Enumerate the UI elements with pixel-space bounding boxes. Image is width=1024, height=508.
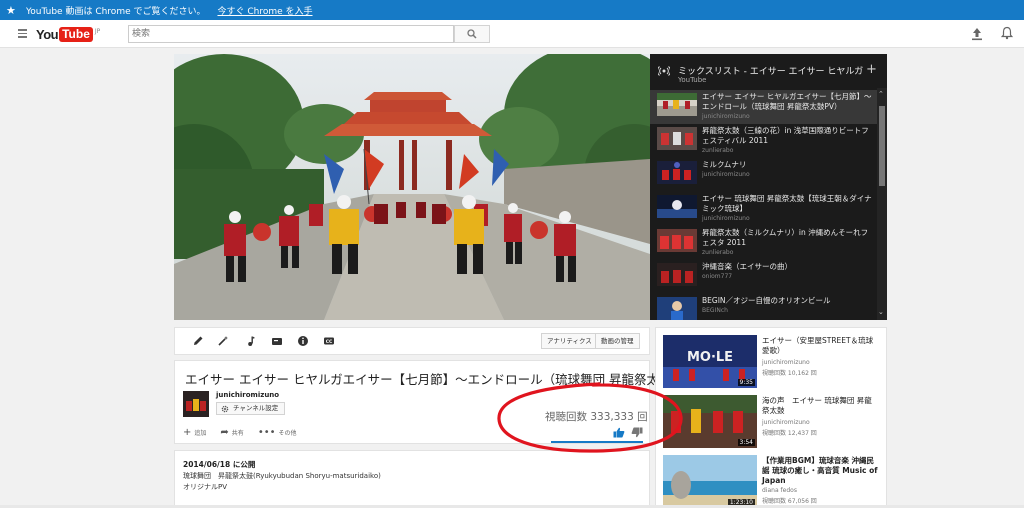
annotations-icon[interactable]	[271, 335, 283, 347]
add-playlist-icon[interactable]: +	[866, 62, 877, 77]
video-duration: 9:35	[737, 379, 755, 386]
masthead: You Tube JP 検索	[0, 20, 1024, 48]
add-to-button[interactable]: + 追加	[183, 427, 206, 438]
scrollbar-thumb[interactable]	[879, 106, 885, 186]
view-count: 視聴回数 333,333 回	[545, 411, 648, 423]
like-ratio-bar	[551, 441, 643, 443]
playlist-thumbnail	[657, 195, 697, 218]
thumbs-up-icon[interactable]	[613, 427, 625, 438]
share-button[interactable]: ➦ 共有	[220, 427, 243, 438]
related-title: エイサー（安里屋STREET＆琉球愛歌）	[762, 336, 874, 355]
analytics-button[interactable]: アナリティクス	[541, 333, 598, 349]
playlist-items: エイサー エイサー ヒヤルガエイサー【七月節】〜エンドロール（琉球舞団 昇龍祭太…	[650, 88, 887, 320]
video-duration: 3:54	[737, 439, 755, 446]
related-thumbnail: 1:23:10	[663, 455, 757, 508]
description-line: 琉球舞団 昇龍祭太鼓(Ryukyubudan Shoryu-matsuridai…	[183, 472, 381, 480]
share-arrow-icon: ➦	[220, 427, 229, 438]
more-dots-icon: •••	[257, 427, 276, 438]
related-views: 視聴回数 10,162 回	[762, 370, 817, 377]
description-line: オリジナルPV	[183, 483, 228, 491]
related-thumbnail: 3:54	[663, 395, 757, 448]
subtitles-cc-icon[interactable]: CC	[323, 335, 335, 347]
playlist-item[interactable]: エイサー 琉球舞団 昇龍祭太鼓【琉球王朝＆ダイナミック琉球】 junichiro…	[650, 192, 877, 226]
related-thumbnail: MO·LE 9:35	[663, 335, 757, 388]
channel-settings-button[interactable]: チャンネル設定	[216, 402, 286, 415]
related-videos: MO·LE 9:35 エイサー（安里屋STREET＆琉球愛歌） junichir…	[655, 327, 887, 508]
playlist-item[interactable]: エイサー エイサー ヒヤルガエイサー【七月節】〜エンドロール（琉球舞団 昇龍祭太…	[650, 90, 877, 124]
notification-bell-icon[interactable]	[1001, 26, 1013, 40]
gear-icon	[221, 405, 229, 412]
playlist-thumbnail	[657, 93, 697, 116]
playlist-thumbnail	[657, 161, 697, 184]
creator-action-bar: CC アナリティクス 動画の管理	[174, 327, 650, 355]
more-button[interactable]: ••• その他	[258, 427, 297, 438]
mix-playlist-panel: ミックスリスト - エイサー エイサー ヒヤルガエイサー【七月節】 YouTub…	[650, 54, 887, 320]
video-secondary-actions: + 追加 ➦ 共有 ••• その他	[183, 427, 311, 438]
publish-date: 2014/06/18 に公開	[183, 460, 256, 469]
svg-text:CC: CC	[326, 339, 333, 345]
playlist-thumbnail	[657, 127, 697, 150]
edit-pencil-icon[interactable]	[192, 335, 204, 347]
video-manager-button[interactable]: 動画の管理	[595, 333, 640, 349]
playlist-thumbnail	[657, 263, 697, 286]
mix-radio-icon	[658, 66, 670, 76]
search-icon	[467, 29, 477, 39]
audio-note-icon[interactable]	[245, 335, 257, 347]
enhance-wand-icon[interactable]	[217, 335, 229, 347]
related-views: 視聴回数 12,437 回	[762, 430, 817, 437]
related-video-item[interactable]: 1:23:10 【作業用BGM】琉球音楽 沖縄民謡 琉球の癒し・高音質 Musi…	[663, 455, 883, 508]
playlist-item[interactable]: 昇龍祭太鼓（三線の花）in 浅草国際通りビートフェスティバル 2011 zunl…	[650, 124, 877, 158]
promo-text: YouTube 動画は Chrome でご覧ください。	[26, 6, 206, 17]
playlist-thumbnail	[657, 229, 697, 252]
get-chrome-link[interactable]: 今すぐ Chrome を入手	[217, 4, 312, 17]
playlist-item[interactable]: ミルクムナリ junichiromizuno	[650, 158, 877, 192]
video-info-card: エイサー エイサー ヒヤルガエイサー【七月節】〜エンドロール（琉球舞団 昇龍祭太…	[174, 360, 700, 444]
guide-menu-icon[interactable]	[18, 29, 27, 38]
video-description: 2014/06/18 に公開 琉球舞団 昇龍祭太鼓(Ryukyubudan Sh…	[174, 450, 650, 508]
video-frame	[174, 54, 650, 320]
channel-owner-name[interactable]: junichiromizuno	[216, 391, 279, 399]
upload-icon[interactable]	[971, 27, 983, 41]
related-channel: diana fedos	[762, 487, 797, 494]
playlist-item[interactable]: 沖縄音楽（エイサーの曲） oniom777	[650, 260, 877, 294]
svg-text:MO·LE: MO·LE	[687, 350, 733, 365]
scroll-up-icon[interactable]: ⌃	[878, 90, 884, 98]
playlist-scrollbar[interactable]: ⌃ ⌄	[877, 88, 887, 320]
video-player[interactable]	[174, 54, 650, 320]
related-video-item[interactable]: MO·LE 9:35 エイサー（安里屋STREET＆琉球愛歌） junichir…	[663, 335, 883, 390]
cards-info-icon[interactable]	[297, 335, 309, 347]
playlist-item[interactable]: BEGIN／オジー自慢のオリオンビール BEGINch	[650, 294, 877, 328]
thumbs-down-icon[interactable]	[631, 427, 643, 438]
related-views: 視聴回数 67,056 回	[762, 498, 817, 505]
plus-icon: +	[183, 427, 192, 438]
related-title: 【作業用BGM】琉球音楽 沖縄民謡 琉球の癒し・高音質 Music of Jap…	[762, 456, 878, 485]
playlist-item[interactable]: 昇龍祭太鼓（ミルクムナリ）in 沖縄めんそーれフェスタ 2011 zunlier…	[650, 226, 877, 260]
related-title: 海の声 エイサー 琉球舞団 昇龍祭太鼓	[762, 396, 872, 415]
video-title: エイサー エイサー ヒヤルガエイサー【七月節】〜エンドロール（琉球舞団 昇龍祭太…	[185, 372, 701, 387]
youtube-logo[interactable]: You Tube JP	[36, 27, 100, 42]
search-button[interactable]	[454, 25, 490, 43]
playlist-owner[interactable]: YouTube	[678, 76, 706, 84]
related-channel: junichiromizuno	[762, 359, 810, 366]
scroll-down-icon[interactable]: ⌄	[878, 308, 884, 316]
related-video-item[interactable]: 3:54 海の声 エイサー 琉球舞団 昇龍祭太鼓 junichiromizuno…	[663, 395, 883, 450]
search-input[interactable]: 検索	[128, 25, 454, 43]
channel-avatar[interactable]	[183, 391, 209, 417]
star-icon: ★	[6, 3, 16, 17]
playlist-header: ミックスリスト - エイサー エイサー ヒヤルガエイサー【七月節】 YouTub…	[650, 54, 887, 88]
playlist-thumbnail	[657, 297, 697, 320]
chrome-promo-banner: ★ YouTube 動画は Chrome でご覧ください。 今すぐ Chrome…	[0, 0, 1024, 20]
related-channel: junichiromizuno	[762, 419, 810, 426]
